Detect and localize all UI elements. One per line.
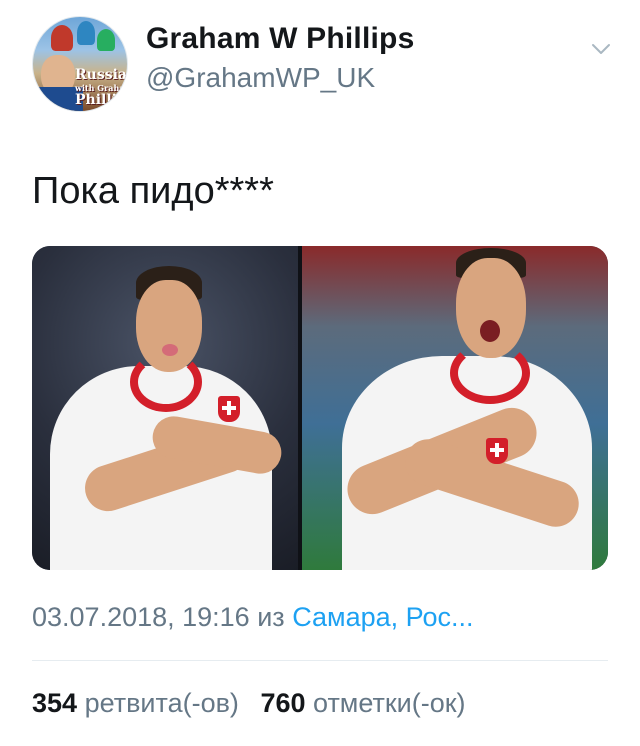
- avatar[interactable]: Russiawith GrahamPhillips: [32, 16, 128, 112]
- likes-label[interactable]: отметки(-ок): [313, 688, 466, 718]
- author-name[interactable]: Graham W Phillips: [146, 22, 414, 56]
- player-mouth: [480, 320, 500, 342]
- retweets-count[interactable]: 354: [32, 688, 77, 718]
- chevron-down-icon[interactable]: [590, 38, 612, 60]
- tweet-timestamp: 03.07.2018, 19:16 из Самара, Рос...: [32, 602, 473, 633]
- tweet-datetime[interactable]: 03.07.2018, 19:16: [32, 602, 250, 632]
- tweet-header: Russiawith GrahamPhillips Graham W Phill…: [30, 16, 620, 112]
- tweet-location-link[interactable]: Самара, Рос...: [292, 602, 473, 632]
- avatar-dome: [77, 21, 95, 45]
- avatar-dome: [97, 29, 115, 51]
- tweet-stats: 354 ретвита(-ов) 760 отметки(-ок): [32, 688, 466, 719]
- swiss-crest-icon: [486, 438, 508, 464]
- player-head: [456, 258, 526, 358]
- swiss-crest-icon: [218, 396, 240, 422]
- tweet-text: Пока пидо****: [32, 170, 274, 212]
- avatar-dome: [51, 25, 73, 51]
- likes-count[interactable]: 760: [260, 688, 305, 718]
- retweets-label[interactable]: ретвита(-ов): [85, 688, 239, 718]
- divider: [32, 660, 608, 661]
- player-mouth: [162, 344, 178, 356]
- player-head: [136, 280, 202, 372]
- author-handle[interactable]: @GrahamWP_UK: [146, 62, 375, 94]
- via-word: из: [257, 602, 285, 632]
- media-photo-right[interactable]: [302, 246, 608, 570]
- tweet-media[interactable]: [32, 246, 608, 570]
- avatar-logo: Russiawith GrahamPhillips: [75, 67, 128, 108]
- media-photo-left[interactable]: [32, 246, 298, 570]
